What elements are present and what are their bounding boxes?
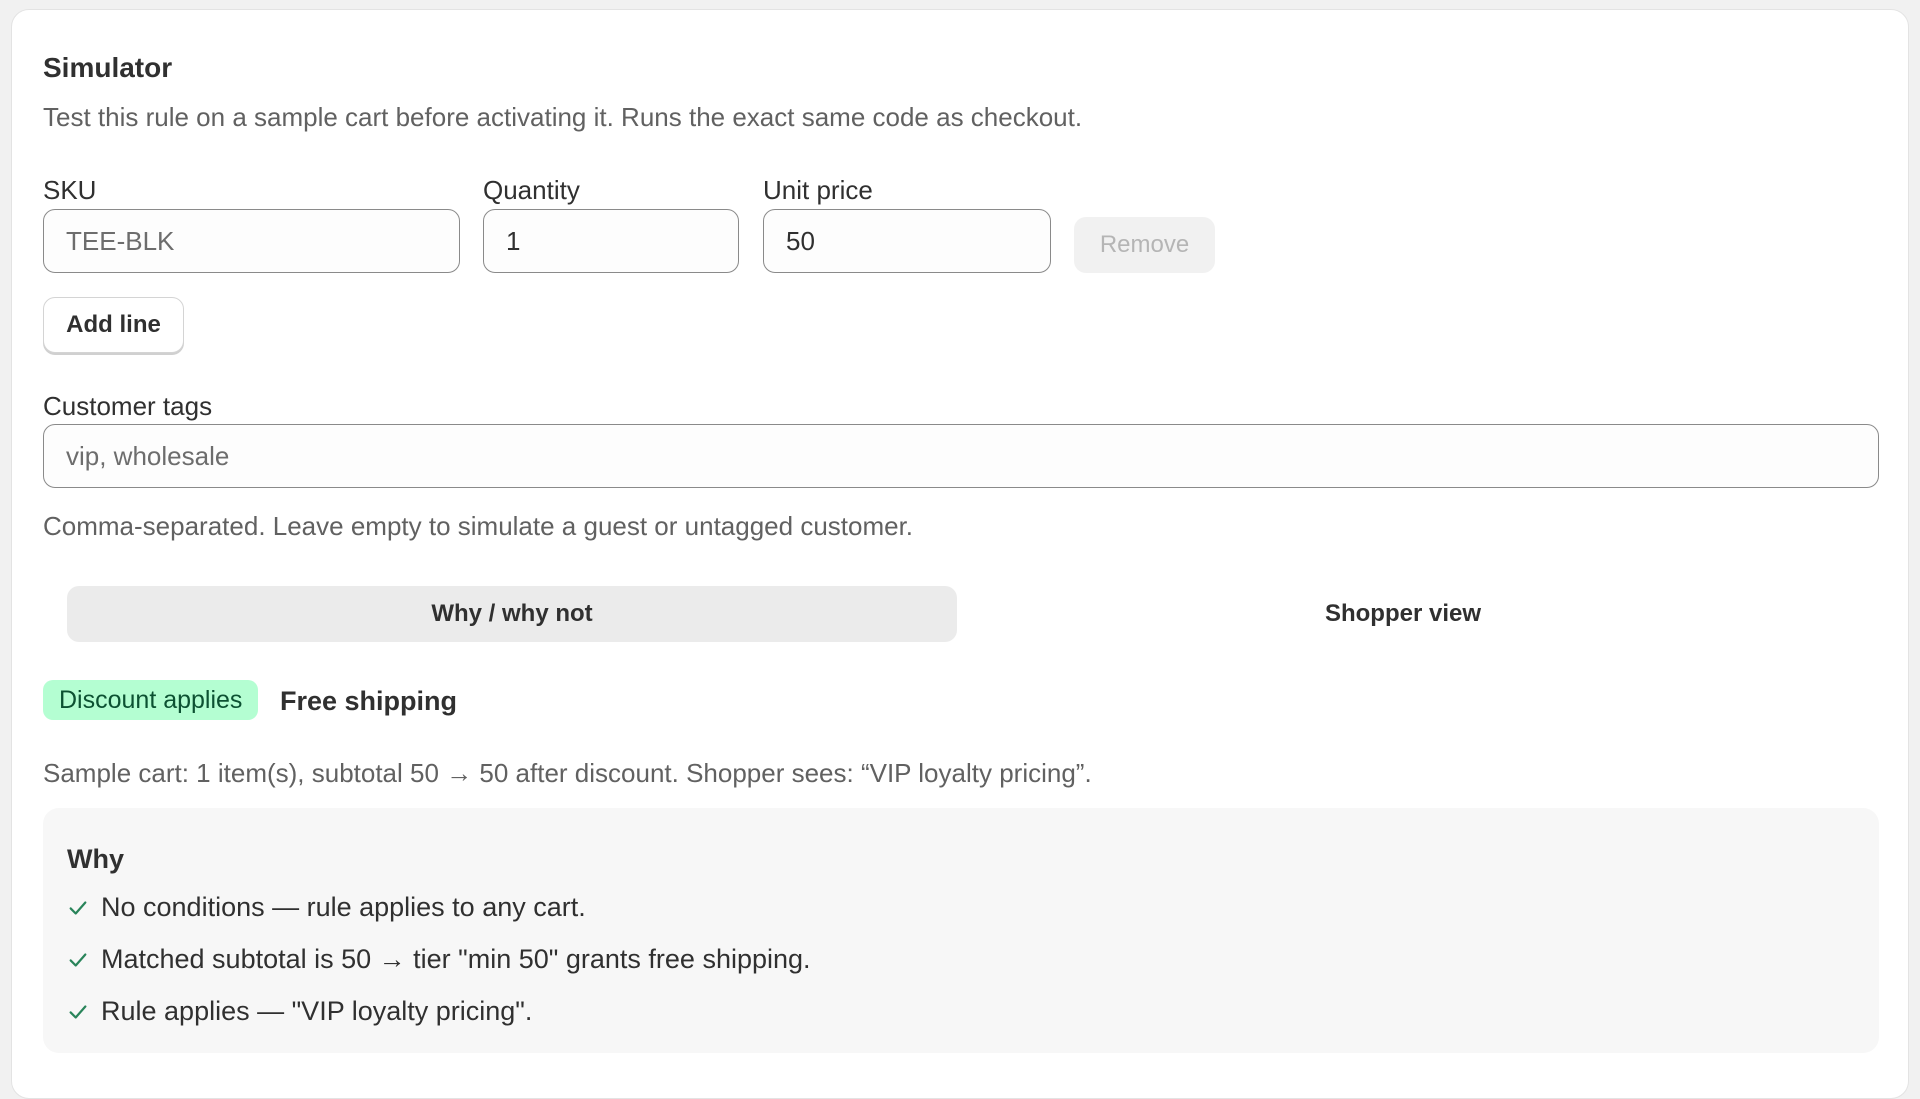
add-line-button[interactable]: Add line (43, 297, 184, 353)
customer-tags-label: Customer tags (43, 391, 213, 421)
why-item: Rule applies — "VIP loyalty pricing". (67, 996, 532, 1027)
benefit-label: Free shipping (280, 686, 458, 716)
tab-why-why-not[interactable]: Why / why not (67, 586, 957, 642)
customer-tags-input[interactable] (43, 424, 1879, 488)
unit-price-input[interactable] (763, 209, 1051, 273)
sku-label: SKU (43, 175, 97, 205)
simulator-description: Test this rule on a sample cart before a… (43, 102, 1083, 132)
check-icon (69, 952, 87, 967)
remove-line-button[interactable]: Remove (1074, 217, 1215, 273)
why-item-text: Matched subtotal is 50 → tier "min 50" g… (101, 944, 811, 974)
why-title: Why (67, 844, 124, 874)
cart-summary: Sample cart: 1 item(s), subtotal 50 → 50… (43, 758, 1092, 788)
discount-status-badge: Discount applies (43, 680, 259, 720)
unit-price-label: Unit price (763, 175, 873, 205)
result-tabs: Why / why not Shopper view (67, 586, 1849, 642)
quantity-input[interactable] (483, 209, 739, 273)
why-item: Matched subtotal is 50 → tier "min 50" g… (67, 944, 811, 975)
why-item-text: No conditions — rule applies to any cart… (101, 892, 586, 922)
sku-input[interactable] (43, 209, 460, 273)
why-item-text: Rule applies — "VIP loyalty pricing". (101, 996, 533, 1026)
simulator-card: Simulator Test this rule on a sample car… (11, 9, 1909, 1099)
quantity-label: Quantity (483, 175, 580, 205)
customer-tags-help: Comma-separated. Leave empty to simulate… (43, 511, 914, 541)
check-icon (69, 1004, 87, 1019)
tab-shopper-view[interactable]: Shopper view (957, 586, 1849, 642)
why-panel: Why No conditions — rule applies to any … (43, 808, 1879, 1053)
check-icon (69, 900, 87, 915)
why-item: No conditions — rule applies to any cart… (67, 892, 586, 923)
simulator-title: Simulator (43, 52, 173, 83)
